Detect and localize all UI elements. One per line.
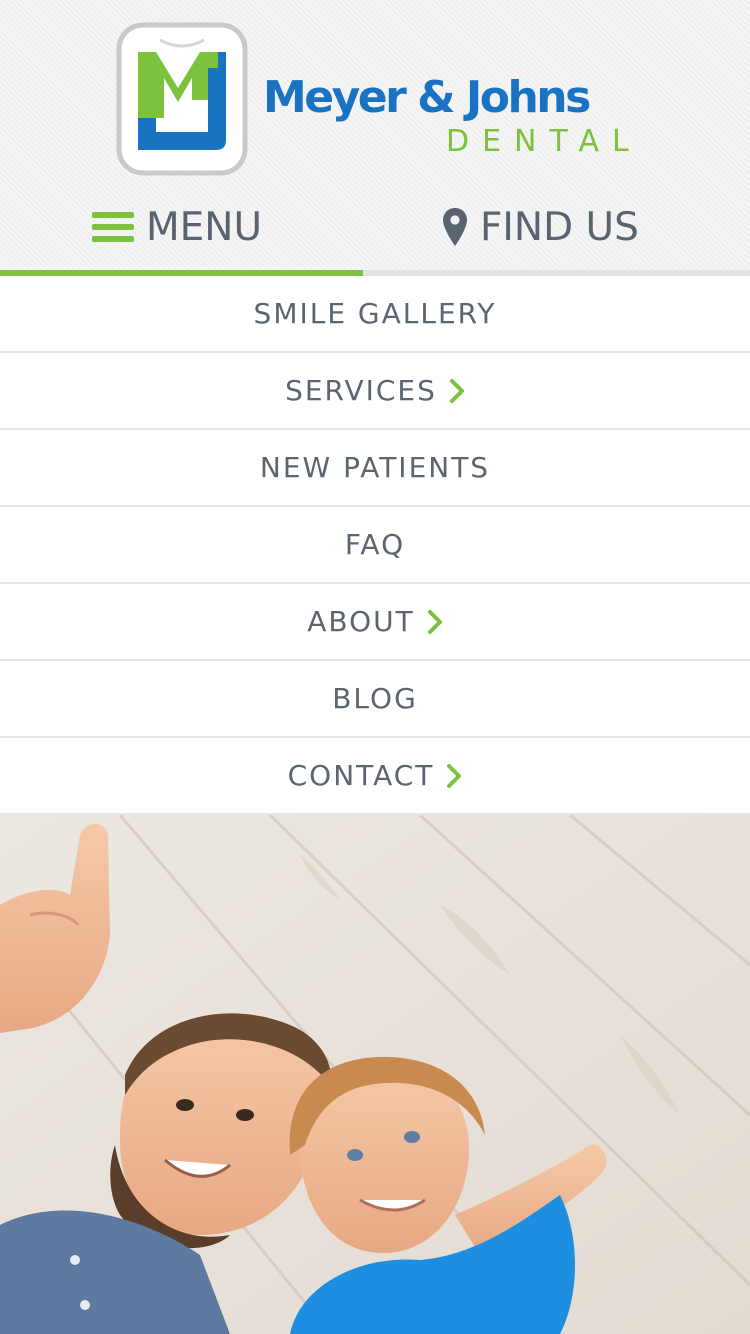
menu-item-smile-gallery[interactable]: SMILE GALLERY xyxy=(0,276,750,353)
map-pin-icon xyxy=(443,208,467,246)
menu-toggle-button[interactable]: MENU xyxy=(92,194,262,260)
find-us-button[interactable]: FIND US xyxy=(442,194,639,260)
menu-item-label: SERVICES xyxy=(285,374,437,407)
menu-item-contact[interactable]: CONTACT xyxy=(0,738,750,815)
menu-item-label: BLOG xyxy=(332,682,418,715)
brand-name[interactable]: Meyer & Johns xyxy=(263,72,591,123)
menu-item-label: NEW PATIENTS xyxy=(259,451,491,484)
menu-item-label: FAQ xyxy=(344,528,406,561)
hero-image xyxy=(0,815,750,1334)
menu-item-label: SMILE GALLERY xyxy=(253,297,497,330)
chevron-right-icon[interactable] xyxy=(449,378,465,404)
menu-item-new-patients[interactable]: NEW PATIENTS xyxy=(0,430,750,507)
logo-icon[interactable] xyxy=(116,22,248,176)
hamburger-icon xyxy=(92,212,134,242)
father-and-son-photo xyxy=(0,815,750,1334)
site-header: Meyer & Johns DENTAL MENU FIND US xyxy=(0,0,750,278)
find-us-label: FIND US xyxy=(480,204,639,250)
menu-item-label: CONTACT xyxy=(287,759,435,792)
menu-item-faq[interactable]: FAQ xyxy=(0,507,750,584)
main-menu: SMILE GALLERY SERVICES NEW PATIENTS FAQ … xyxy=(0,276,750,815)
menu-item-services[interactable]: SERVICES xyxy=(0,353,750,430)
chevron-right-icon[interactable] xyxy=(427,609,443,635)
menu-item-blog[interactable]: BLOG xyxy=(0,661,750,738)
brand-subtitle: DENTAL xyxy=(446,124,642,159)
menu-toggle-label: MENU xyxy=(146,204,263,250)
menu-item-label: ABOUT xyxy=(307,605,415,638)
chevron-right-icon[interactable] xyxy=(446,763,462,789)
menu-item-about[interactable]: ABOUT xyxy=(0,584,750,661)
